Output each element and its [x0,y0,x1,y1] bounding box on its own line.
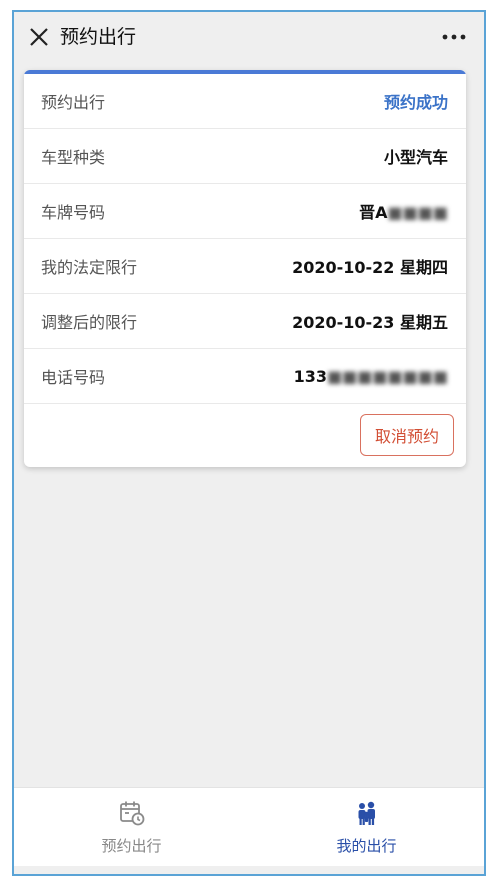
nav-item-my-trips[interactable]: 我的出行 [249,788,484,866]
adjusted-restriction-value: 2020-10-23 星期五 [292,313,448,332]
vehicle-type-value: 小型汽车 [383,148,448,167]
row-adjusted-restriction: 调整后的限行 2020-10-23 星期五 [24,294,466,349]
row-label: 我的法定限行 [41,258,138,277]
close-icon[interactable] [28,26,50,48]
row-reservation-status: 预约出行 预约成功 [24,74,466,129]
row-label: 调整后的限行 [41,313,138,332]
calendar-clock-icon [119,801,144,825]
bottom-strip [14,866,484,874]
cancel-reservation-button[interactable]: 取消预约 [359,414,454,456]
app-frame: 预约出行 预约出行 预约成功 车型种类 小型汽车 车牌号码 晋A■■■■ 我的法… [12,10,486,876]
bottom-nav: 预约出行 我的出行 [14,787,484,866]
phone-redacted: ■■■■■■■■ [327,366,448,386]
more-icon[interactable] [442,34,466,40]
row-label: 车牌号码 [41,203,106,222]
card-actions: 取消预约 [24,404,466,466]
phone-number-value: 133■■■■■■■■ [294,367,448,386]
row-phone-number: 电话号码 133■■■■■■■■ [24,349,466,404]
row-vehicle-type: 车型种类 小型汽车 [24,129,466,184]
nav-label: 我的出行 [336,836,397,855]
row-plate-number: 车牌号码 晋A■■■■ [24,184,466,239]
top-bar: 预约出行 [14,12,484,64]
row-label: 预约出行 [41,93,106,112]
nav-item-reserve-trip[interactable]: 预约出行 [14,788,249,866]
row-label: 电话号码 [41,368,106,387]
plate-prefix: 晋A [359,203,388,222]
status-value: 预约成功 [383,93,448,112]
plate-redacted: ■■■■ [387,203,448,222]
people-icon [358,801,375,825]
reservation-card: 预约出行 预约成功 车型种类 小型汽车 车牌号码 晋A■■■■ 我的法定限行 2… [24,70,466,467]
row-legal-restriction: 我的法定限行 2020-10-22 星期四 [24,239,466,294]
page-title: 预约出行 [60,26,137,48]
legal-restriction-value: 2020-10-22 星期四 [292,258,448,277]
nav-label: 预约出行 [101,836,162,855]
plate-number-value: 晋A■■■■ [359,199,448,223]
row-label: 车型种类 [41,148,106,167]
phone-prefix: 133 [293,366,328,386]
